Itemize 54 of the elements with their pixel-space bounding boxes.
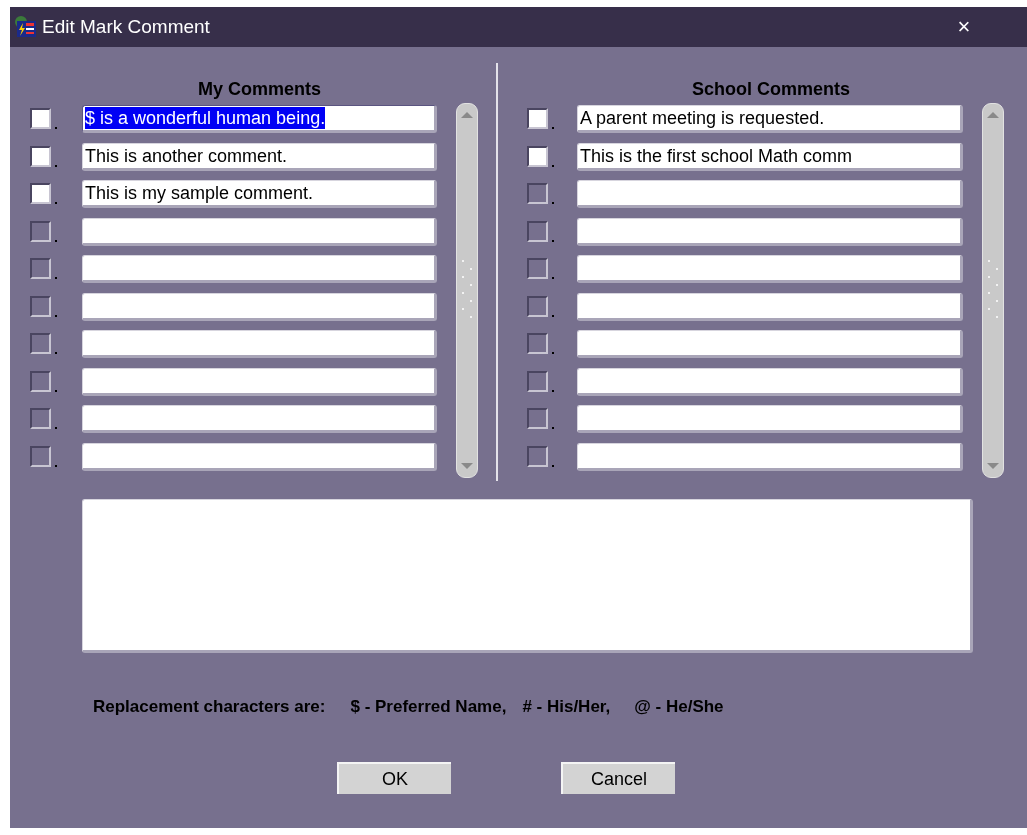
comment-field[interactable]: A parent meeting is requested. bbox=[577, 105, 963, 133]
replacement-note-text: # - His/Her, bbox=[522, 697, 611, 717]
checkbox[interactable] bbox=[30, 408, 59, 430]
checkbox[interactable] bbox=[30, 220, 59, 243]
replacement-note-text: @ - He/She bbox=[634, 697, 724, 717]
comment-field[interactable] bbox=[577, 442, 963, 471]
comment-field[interactable] bbox=[82, 330, 437, 358]
checkbox[interactable] bbox=[30, 295, 59, 318]
comment-field[interactable] bbox=[82, 442, 437, 471]
comment-field[interactable] bbox=[82, 217, 437, 246]
checkbox[interactable] bbox=[30, 333, 59, 355]
checkbox[interactable] bbox=[30, 370, 59, 393]
window-title: Edit Mark Comment bbox=[42, 16, 211, 38]
comment-text-area[interactable] bbox=[82, 499, 973, 653]
comment-field[interactable] bbox=[577, 180, 963, 208]
comment-field[interactable]: This is the first school Math comm bbox=[577, 142, 963, 171]
panel-heading: School Comments bbox=[691, 78, 851, 101]
comment-field[interactable]: This is my sample comment. bbox=[82, 180, 437, 208]
comment-field[interactable] bbox=[577, 292, 963, 321]
comment-field[interactable] bbox=[82, 367, 437, 396]
replacement-note-text: $ - Preferred Name, bbox=[350, 697, 507, 717]
checkbox[interactable] bbox=[30, 183, 59, 205]
checkbox[interactable] bbox=[527, 333, 556, 355]
checkbox[interactable] bbox=[527, 145, 556, 168]
checkbox[interactable] bbox=[527, 258, 556, 280]
cancel-button[interactable]: Cancel bbox=[561, 762, 675, 794]
checkbox[interactable] bbox=[527, 370, 556, 393]
comment-field[interactable] bbox=[577, 255, 963, 283]
checkbox[interactable] bbox=[30, 108, 59, 130]
checkbox[interactable] bbox=[30, 145, 59, 168]
comment-field[interactable] bbox=[82, 405, 437, 433]
comment-field[interactable] bbox=[577, 217, 963, 246]
replacement-note-text: Replacement characters are: bbox=[93, 697, 326, 717]
comment-field[interactable] bbox=[82, 292, 437, 321]
app-icon bbox=[14, 15, 38, 39]
checkbox[interactable] bbox=[527, 295, 556, 318]
comment-field[interactable]: This is another comment. bbox=[82, 142, 437, 171]
checkbox[interactable] bbox=[30, 445, 59, 468]
checkbox[interactable] bbox=[527, 408, 556, 430]
comment-field[interactable] bbox=[82, 255, 437, 283]
scrollbar[interactable] bbox=[982, 103, 1004, 478]
comment-field[interactable] bbox=[577, 330, 963, 358]
ok-button[interactable]: OK bbox=[337, 762, 451, 794]
comment-field[interactable]: $ is a wonderful human being. bbox=[82, 105, 437, 133]
comment-field[interactable] bbox=[577, 405, 963, 433]
scrollbar[interactable] bbox=[456, 103, 478, 478]
panel-heading: My Comments bbox=[197, 78, 322, 101]
comment-field[interactable] bbox=[577, 367, 963, 396]
checkbox[interactable] bbox=[30, 258, 59, 280]
checkbox[interactable] bbox=[527, 445, 556, 468]
checkbox[interactable] bbox=[527, 108, 556, 130]
checkbox[interactable] bbox=[527, 183, 556, 205]
checkbox[interactable] bbox=[527, 220, 556, 243]
close-button[interactable]: × bbox=[907, 11, 1021, 43]
